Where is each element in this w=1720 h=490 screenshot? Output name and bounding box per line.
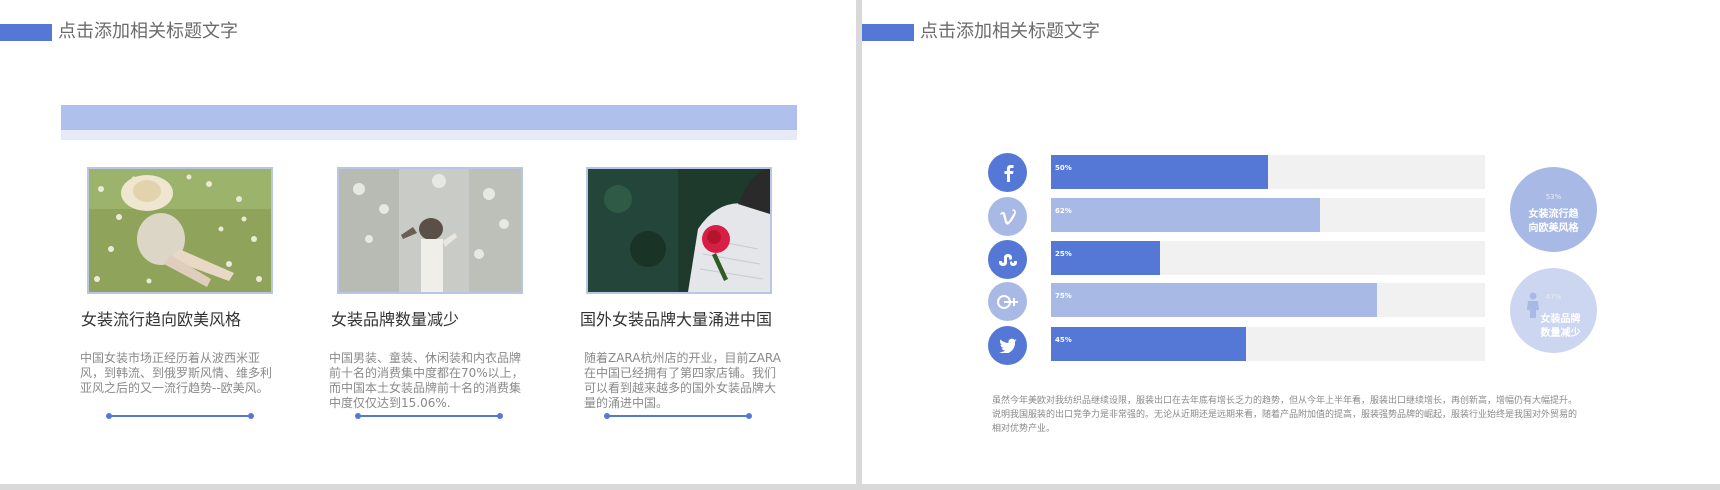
title-accent-bar — [862, 24, 914, 41]
facebook-icon — [988, 153, 1027, 192]
divider-dot — [497, 413, 503, 419]
bar-track: 75% — [1051, 283, 1485, 317]
card-divider — [355, 413, 503, 419]
card-text: 中国男装、童装、休闲装和内衣品牌前十名的消费集中度都在70%以上，而中国本土女装… — [329, 351, 524, 410]
bar-track: 45% — [1051, 327, 1485, 361]
bar-fill: 25% — [1051, 241, 1160, 275]
divider-dot — [604, 413, 610, 419]
decorative-banner-shadow — [61, 130, 797, 140]
card-divider — [106, 413, 254, 419]
vimeo-icon — [988, 197, 1027, 236]
summary-paragraph: 虽然今年美欧对我纺织品继续设限，服装出口在去年底有增长乏力的趋势，但从今年上半年… — [992, 396, 1578, 434]
google-plus-icon — [988, 282, 1027, 321]
bar-label: 25% — [1055, 250, 1072, 258]
bar-label: 45% — [1055, 336, 1072, 344]
twitter-icon — [988, 326, 1027, 365]
card-divider — [604, 413, 752, 419]
slide-title[interactable]: 点击添加相关标题文字 — [920, 21, 1100, 43]
stumbleupon-icon — [988, 240, 1027, 279]
bar-track: 62% — [1051, 198, 1485, 232]
bubble-label-line: 数量减少 — [1540, 328, 1581, 339]
bubble-percent: 53% — [1545, 193, 1562, 201]
bar-fill: 62% — [1051, 198, 1321, 232]
divider-dot — [248, 413, 254, 419]
bubble-label-line: 向欧美风格 — [1528, 223, 1579, 234]
woman-sitting-in-meadow-photo — [87, 167, 273, 294]
decorative-banner — [61, 105, 797, 130]
bubble-label: 女装流行趋 向欧美风格 — [1510, 208, 1597, 236]
woman-walking-in-forest-photo — [337, 167, 523, 294]
bar-track: 25% — [1051, 241, 1485, 275]
bubble-label: 女装品牌 数量减少 — [1510, 313, 1597, 341]
bubble-label-line: 女装品牌 — [1540, 314, 1581, 325]
card-heading: 女装流行趋向欧美风格 — [81, 310, 242, 329]
divider-dot — [746, 413, 752, 419]
bar-label: 62% — [1055, 207, 1072, 215]
divider-dot — [355, 413, 361, 419]
bar-label: 50% — [1055, 164, 1072, 172]
bubble-stat: 47% 女装品牌 数量减少 — [1510, 268, 1597, 353]
bar-fill: 75% — [1051, 283, 1377, 317]
bar-track: 50% — [1051, 155, 1485, 189]
card-heading: 国外女装品牌大量涌进中国 — [580, 310, 773, 329]
bar-fill: 45% — [1051, 327, 1247, 361]
slide-title[interactable]: 点击添加相关标题文字 — [58, 21, 238, 43]
title-accent-bar — [0, 24, 52, 41]
bubble-label-line: 女装流行趋 — [1528, 209, 1579, 220]
woman-holding-red-rose-photo — [586, 167, 772, 294]
divider-dot — [106, 413, 112, 419]
bar-label: 75% — [1055, 292, 1072, 300]
card-text: 中国女装市场正经历着从波西米亚风，到韩流、到俄罗斯风情、维多利亚风之后的又一流行… — [80, 351, 273, 395]
bar-fill: 50% — [1051, 155, 1268, 189]
bubble-percent: 47% — [1545, 293, 1562, 301]
bubble-stat: 53% 女装流行趋 向欧美风格 — [1510, 167, 1597, 252]
card-text: 随着ZARA杭州店的开业，目前ZARA在中国已经拥有了第四家店铺。我们可以看到越… — [584, 351, 781, 410]
card-heading: 女装品牌数量减少 — [331, 310, 460, 329]
left-slide: 点击添加相关标题文字 女装流行趋向欧美风格 中国女装市场正经历着从波西米亚风，到… — [0, 0, 856, 484]
